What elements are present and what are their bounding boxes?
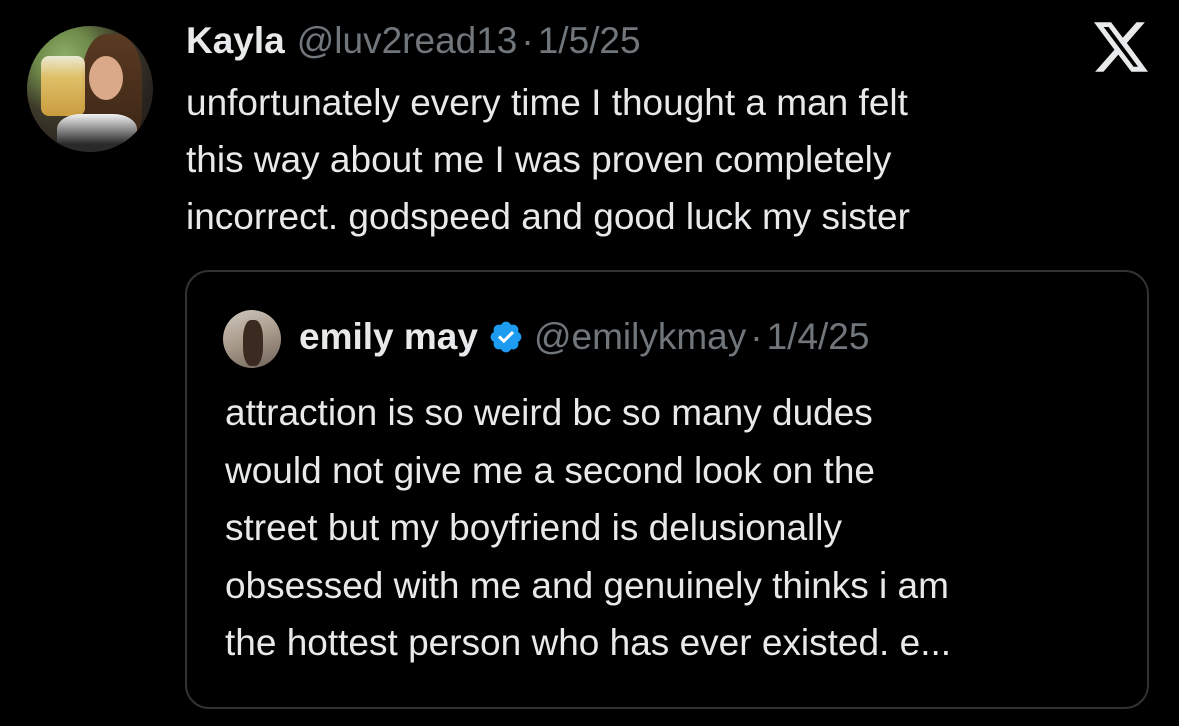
tweet-date[interactable]: 1/5/25 (538, 20, 641, 62)
quoted-author-handle[interactable]: @emilykmay (534, 316, 746, 358)
author-avatar[interactable] (27, 26, 153, 152)
verified-badge-icon (490, 321, 522, 353)
quoted-text-line: obsessed with me and genuinely thinks i … (225, 564, 949, 606)
author-handle[interactable]: @luv2read13 (297, 20, 518, 62)
header-separator: · (521, 20, 534, 61)
quoted-author-name[interactable]: emily may (299, 316, 478, 358)
quoted-tweet[interactable]: emily may @emilykmay · 1/4/25 attraction… (185, 270, 1149, 709)
tweet-card[interactable]: Kayla @luv2read13 · 1/5/25 unfortunately… (0, 0, 1179, 726)
tweet-text-line: this way about me I was proven completel… (186, 139, 892, 180)
quoted-author-avatar[interactable] (223, 310, 281, 368)
tweet-header: Kayla @luv2read13 · 1/5/25 (186, 20, 641, 66)
avatar-dress-shape (57, 114, 137, 152)
author-name[interactable]: Kayla (186, 20, 285, 62)
tweet-text-line: incorrect. godspeed and good luck my sis… (186, 196, 910, 237)
quoted-text-line: the hottest person who has ever existed.… (225, 622, 952, 663)
quoted-text-line: street but my boyfriend is delusionally (225, 507, 842, 548)
avatar-face-shape (89, 56, 123, 100)
quoted-text-line: attraction is so weird bc so many dudes (225, 392, 873, 433)
quoted-text-line: would not give me a second look on the (225, 449, 875, 491)
x-logo-icon (1094, 22, 1148, 72)
quoted-tweet-text: attraction is so weird bc so many dudes … (225, 384, 1125, 672)
quoted-avatar-figure-shape (243, 320, 263, 366)
quoted-tweet-header: emily may @emilykmay · 1/4/25 (299, 316, 869, 358)
quoted-tweet-date[interactable]: 1/4/25 (767, 316, 870, 358)
avatar-beer-mug-shape (41, 56, 85, 116)
tweet-text-line: unfortunately every time I thought a man… (186, 82, 908, 123)
quoted-header-separator: · (750, 316, 763, 357)
tweet-text: unfortunately every time I thought a man… (186, 74, 1116, 245)
